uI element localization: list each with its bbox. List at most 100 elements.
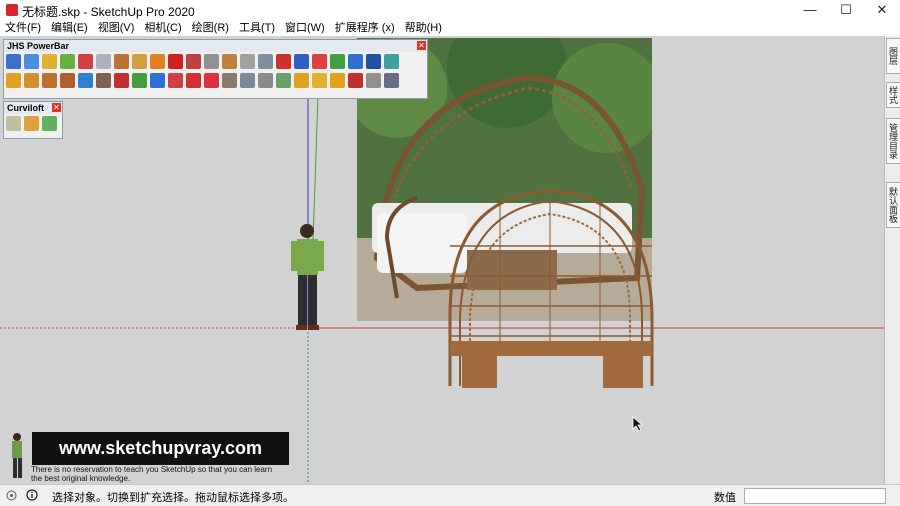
curviloft-row	[4, 114, 62, 133]
tool-icon[interactable]	[132, 54, 147, 69]
tool-icon[interactable]	[60, 54, 75, 69]
person-arm-right	[318, 241, 324, 271]
wicker-arch-model[interactable]	[440, 186, 662, 391]
tool-icon[interactable]	[348, 54, 363, 69]
tool-icon[interactable]	[96, 54, 111, 69]
skin-contours-icon[interactable]	[24, 116, 39, 131]
geo-location-icon[interactable]	[6, 490, 17, 501]
tool-icon[interactable]	[222, 73, 237, 88]
tool-icon[interactable]	[168, 73, 183, 88]
tool-icon[interactable]	[150, 54, 165, 69]
tray-tab-manage[interactable]: 管理目录	[886, 118, 900, 164]
close-button[interactable]: ✕	[864, 0, 900, 20]
powerbar-close-button[interactable]: ✕	[417, 41, 426, 50]
tool-icon[interactable]	[204, 73, 219, 88]
tool-icon[interactable]	[384, 54, 399, 69]
tool-icon[interactable]	[132, 73, 147, 88]
powerbar-header[interactable]: JHS PowerBar ✕	[4, 40, 427, 52]
tool-icon[interactable]	[24, 73, 39, 88]
watermark-caption: There is no reservation to teach you Ske…	[31, 465, 301, 483]
person-shoe-left	[296, 325, 307, 330]
status-bar: 选择对象。切换到扩充选择。拖动鼠标选择多项。 数值	[0, 484, 900, 506]
watermark-url: www.sketchupvray.com	[58, 438, 263, 458]
person-shoe-right	[308, 325, 319, 330]
tool-icon[interactable]	[276, 54, 291, 69]
tool-icon[interactable]	[204, 54, 219, 69]
status-message: 选择对象。切换到扩充选择。拖动鼠标选择多项。	[52, 492, 294, 504]
powerbar-row-2	[4, 71, 427, 90]
curviloft-panel[interactable]: Curviloft ✕	[3, 101, 63, 139]
tool-icon[interactable]	[258, 73, 273, 88]
tool-icon[interactable]	[96, 73, 111, 88]
tool-icon[interactable]	[384, 73, 399, 88]
menu-window[interactable]: 窗口(W)	[280, 20, 330, 36]
tool-icon[interactable]	[150, 73, 165, 88]
watermark-line-1: There is no reservation to teach you Ske…	[31, 465, 273, 474]
tool-icon[interactable]	[240, 73, 255, 88]
info-icon[interactable]	[26, 489, 38, 501]
tool-icon[interactable]	[78, 73, 93, 88]
loft-by-spline-icon[interactable]	[6, 116, 21, 131]
person-leg-right	[308, 275, 317, 325]
measurements-label: 数值	[714, 492, 736, 504]
tray-tab-styles[interactable]: 样式	[886, 82, 900, 108]
tool-icon[interactable]	[276, 73, 291, 88]
tool-icon[interactable]	[168, 54, 183, 69]
tool-icon[interactable]	[186, 54, 201, 69]
tool-icon[interactable]	[366, 73, 381, 88]
modeling-viewport[interactable]: JHS PowerBar ✕ Curviloft ✕ www.sketchupv…	[0, 36, 884, 484]
tool-icon[interactable]	[294, 54, 309, 69]
tray-tab-default[interactable]: 默认面板	[886, 182, 900, 228]
tool-icon[interactable]	[114, 54, 129, 69]
menu-view[interactable]: 视图(V)	[93, 20, 140, 36]
tool-icon[interactable]	[6, 54, 21, 69]
person-figure	[291, 224, 324, 330]
title-bar: 无标题.skp - SketchUp Pro 2020 — ☐ ✕	[0, 0, 900, 20]
curviloft-title: Curviloft	[7, 103, 44, 113]
sketchup-app-icon	[6, 4, 18, 16]
watermark-banner: www.sketchupvray.com	[32, 432, 289, 465]
watermark-line-2: the best original knowledge.	[31, 474, 131, 483]
menu-file[interactable]: 文件(F)	[0, 20, 46, 36]
tool-icon[interactable]	[330, 54, 345, 69]
tool-icon[interactable]	[60, 73, 75, 88]
tool-icon[interactable]	[240, 54, 255, 69]
jhs-powerbar-panel[interactable]: JHS PowerBar ✕	[3, 39, 428, 99]
menu-help[interactable]: 帮助(H)	[400, 20, 447, 36]
maximize-button[interactable]: ☐	[828, 0, 864, 20]
measurements-input[interactable]	[744, 488, 886, 504]
mouse-cursor-icon	[632, 416, 644, 432]
tool-icon[interactable]	[186, 73, 201, 88]
tool-icon[interactable]	[222, 54, 237, 69]
tool-icon[interactable]	[78, 54, 93, 69]
tool-icon[interactable]	[258, 54, 273, 69]
window-controls: — ☐ ✕	[792, 0, 900, 20]
curviloft-close-button[interactable]: ✕	[52, 103, 61, 112]
tray-tab-layers[interactable]: 图层	[886, 38, 900, 74]
powerbar-row-1	[4, 52, 427, 71]
tool-icon[interactable]	[330, 73, 345, 88]
loft-along-path-icon[interactable]	[42, 116, 57, 131]
tool-icon[interactable]	[312, 54, 327, 69]
menu-bar: 文件(F) 编辑(E) 视图(V) 相机(C) 绘图(R) 工具(T) 窗口(W…	[0, 20, 900, 36]
menu-extensions[interactable]: 扩展程序 (x)	[330, 20, 400, 36]
menu-tools[interactable]: 工具(T)	[234, 20, 280, 36]
tool-icon[interactable]	[42, 73, 57, 88]
menu-camera[interactable]: 相机(C)	[139, 20, 186, 36]
tool-icon[interactable]	[294, 73, 309, 88]
menu-draw[interactable]: 绘图(R)	[187, 20, 234, 36]
person-leg-left	[298, 275, 307, 325]
tool-icon[interactable]	[366, 54, 381, 69]
curviloft-header[interactable]: Curviloft ✕	[4, 102, 62, 114]
powerbar-title: JHS PowerBar	[7, 41, 70, 51]
tool-icon[interactable]	[114, 73, 129, 88]
tool-icon[interactable]	[6, 73, 21, 88]
tool-icon[interactable]	[312, 73, 327, 88]
tool-icon[interactable]	[42, 54, 57, 69]
tool-icon[interactable]	[24, 54, 39, 69]
person-shirt	[297, 239, 318, 275]
minimize-button[interactable]: —	[792, 0, 828, 20]
menu-edit[interactable]: 编辑(E)	[46, 20, 93, 36]
tool-icon[interactable]	[348, 73, 363, 88]
person-arm-left	[291, 241, 297, 271]
